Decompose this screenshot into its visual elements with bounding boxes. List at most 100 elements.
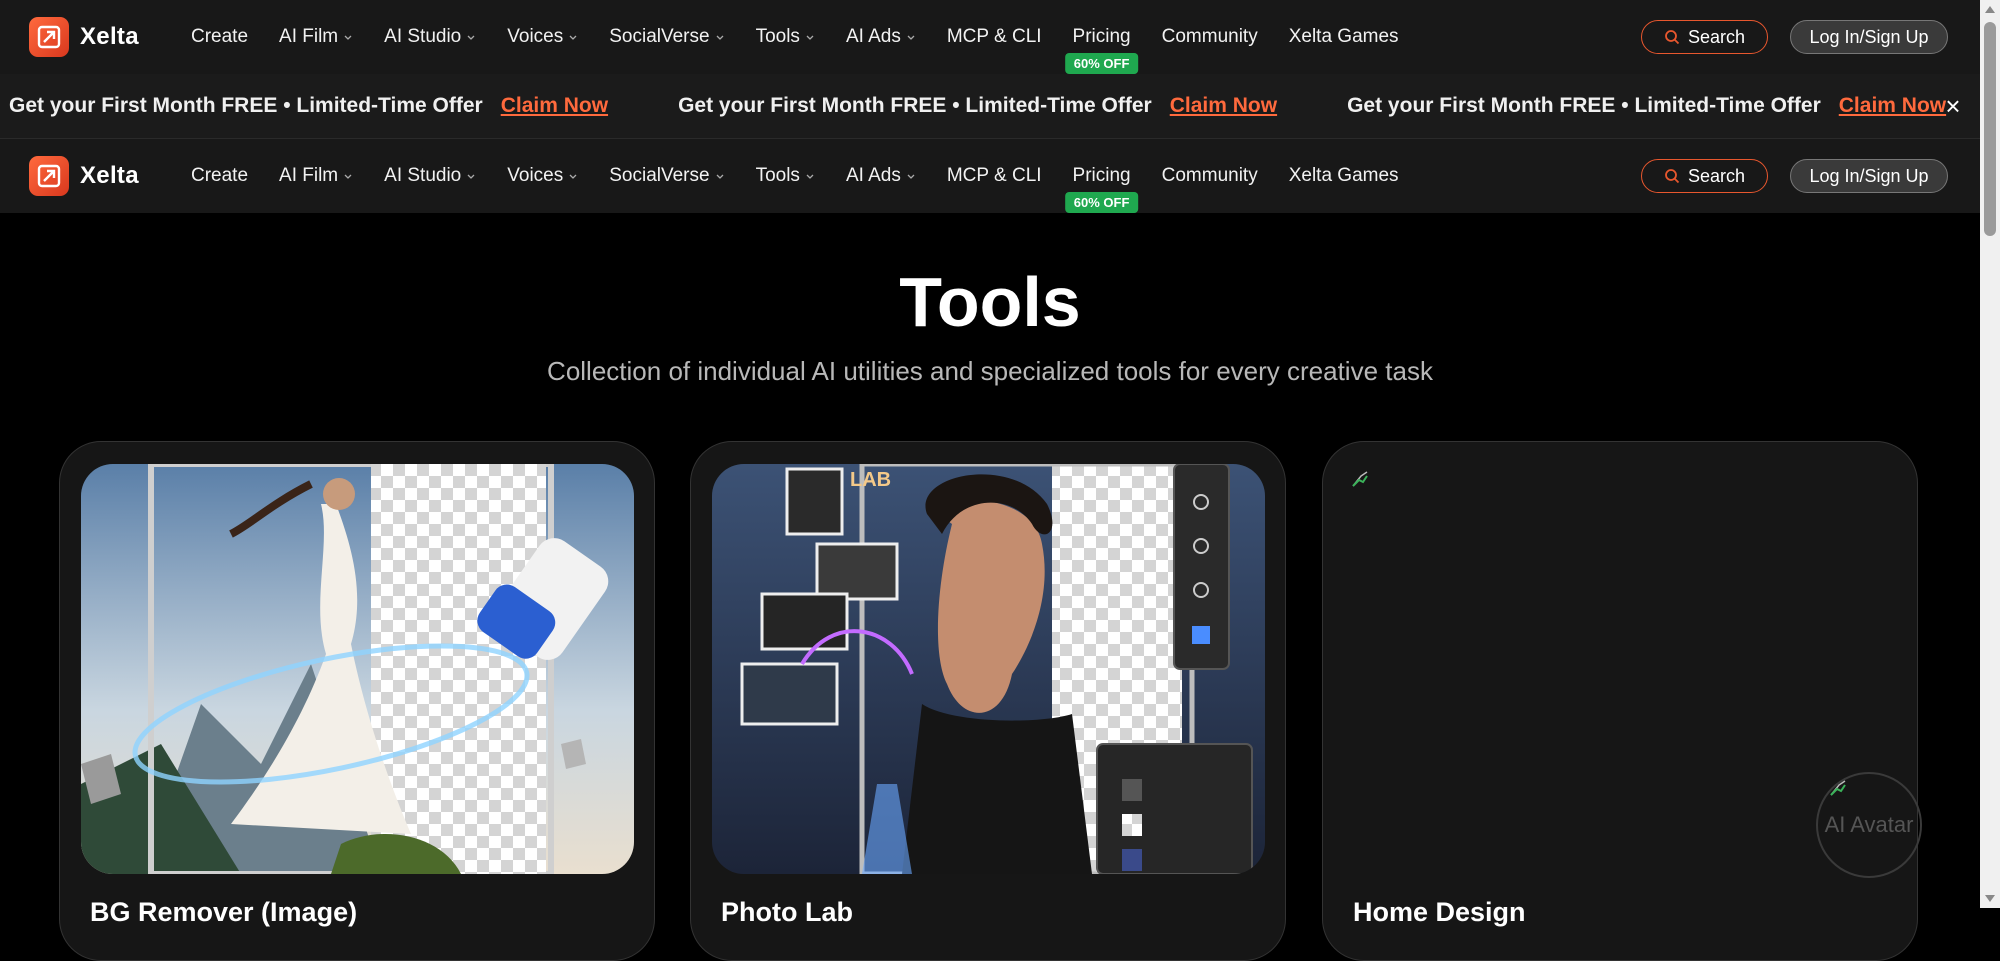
nav-mcp-cli[interactable]: MCP & CLI (947, 165, 1042, 187)
nav-tools[interactable]: Tools (756, 165, 815, 187)
nav-xelta-games[interactable]: Xelta Games (1289, 26, 1399, 48)
chevron-down-icon (716, 174, 724, 179)
nav-label: Pricing (1072, 26, 1131, 47)
nav-ai-ads[interactable]: AI Ads (846, 26, 916, 48)
login-label: Log In/Sign Up (1809, 26, 1929, 47)
chevron-down-icon (569, 35, 577, 40)
main-menu: Create AI Film AI Studio Voices SocialVe… (191, 0, 1430, 74)
nav-pricing[interactable]: Pricing 60% OFF (1064, 26, 1139, 74)
nav-voices[interactable]: Voices (507, 165, 578, 187)
promo-text: Get your First Month FREE • Limited-Time… (678, 94, 1152, 117)
card-title: BG Remover (Image) (90, 897, 358, 927)
nav-label: Create (191, 26, 249, 47)
nav-ai-film[interactable]: AI Film (279, 165, 353, 187)
nav-label: AI Film (279, 165, 339, 186)
nav-label: AI Film (279, 26, 339, 47)
nav-label: Community (1161, 165, 1258, 186)
nav-label: SocialVerse (609, 165, 710, 186)
search-label: Search (1687, 165, 1746, 186)
chevron-down-icon (467, 174, 475, 179)
chevron-down-icon (467, 35, 475, 40)
nav-create[interactable]: Create (191, 165, 248, 187)
chevron-down-icon (907, 35, 915, 40)
tool-card-home-design[interactable]: Home Design (1322, 441, 1918, 961)
discount-badge: 60% OFF (1064, 53, 1139, 74)
card-image: LAB (712, 464, 1265, 874)
nav-pricing[interactable]: Pricing 60% OFF (1064, 165, 1139, 213)
tool-card-bg-remover[interactable]: BG Remover (Image) (59, 441, 655, 961)
login-signup-button[interactable]: Log In/Sign Up (1790, 159, 1948, 193)
logo[interactable]: Xelta (29, 17, 139, 57)
promo-segment: Get your First Month FREE • Limited-Time… (9, 94, 608, 118)
top-navbar: Xelta Create AI Film AI Studio Voices So… (0, 0, 1980, 74)
nav-label: Voices (507, 26, 564, 47)
close-icon[interactable]: × (1926, 74, 1980, 138)
claim-now-link[interactable]: Claim Now (1170, 94, 1277, 118)
search-icon (1665, 30, 1680, 45)
scroll-up-arrow-icon[interactable] (1985, 6, 1995, 13)
chevron-down-icon (344, 35, 352, 40)
nav-xelta-games[interactable]: Xelta Games (1289, 165, 1399, 187)
nav-label: MCP & CLI (946, 26, 1042, 47)
page-subtitle: Collection of individual AI utilities an… (547, 356, 1433, 386)
nav-community[interactable]: Community (1162, 26, 1258, 48)
logo-text: Xelta (80, 162, 139, 189)
login-signup-button[interactable]: Log In/Sign Up (1790, 20, 1948, 54)
nav-tools[interactable]: Tools (756, 26, 815, 48)
nav-label: Pricing (1072, 165, 1131, 186)
search-label: Search (1687, 26, 1746, 47)
tool-card-photo-lab[interactable]: LAB Photo Lab (690, 441, 1286, 961)
card-image (81, 464, 634, 874)
scrollbar-thumb[interactable] (1984, 22, 1996, 236)
nav-ai-film[interactable]: AI Film (279, 26, 353, 48)
scroll-down-arrow-icon[interactable] (1985, 895, 1995, 902)
nav-ai-studio[interactable]: AI Studio (384, 26, 476, 48)
broken-image-icon (1830, 780, 1846, 796)
nav-label: Xelta Games (1288, 165, 1399, 186)
nav-label: SocialVerse (609, 26, 710, 47)
promo-text: Get your First Month FREE • Limited-Time… (1347, 94, 1821, 117)
discount-badge: 60% OFF (1064, 192, 1139, 213)
svg-text:LAB: LAB (850, 469, 891, 491)
nav-socialverse[interactable]: SocialVerse (609, 165, 724, 187)
nav-socialverse[interactable]: SocialVerse (609, 26, 724, 48)
claim-now-link[interactable]: Claim Now (501, 94, 608, 118)
nav-label: AI Ads (845, 26, 901, 47)
nav-voices[interactable]: Voices (507, 26, 578, 48)
nav-label: AI Ads (845, 165, 901, 186)
promo-banner: Get your First Month FREE • Limited-Time… (0, 74, 1980, 139)
main-menu: Create AI Film AI Studio Voices SocialVe… (191, 139, 1430, 213)
promo-segment: Get your First Month FREE • Limited-Time… (1347, 94, 1946, 118)
promo-marquee: Get your First Month FREE • Limited-Time… (0, 74, 1980, 138)
page-title: Tools (899, 263, 1081, 341)
chevron-down-icon (907, 174, 915, 179)
nav-label: AI Studio (384, 165, 462, 186)
page-scrollbar[interactable] (1980, 0, 2000, 908)
logo-icon (29, 156, 69, 196)
broken-image-icon (1352, 471, 1368, 487)
card-title: Home Design (1353, 897, 1526, 927)
logo[interactable]: Xelta (29, 156, 139, 196)
nav-create[interactable]: Create (191, 26, 248, 48)
search-button[interactable]: Search (1641, 20, 1768, 54)
logo-icon (29, 17, 69, 57)
nav-mcp-cli[interactable]: MCP & CLI (947, 26, 1042, 48)
nav-ai-ads[interactable]: AI Ads (846, 165, 916, 187)
promo-text: Get your First Month FREE • Limited-Time… (9, 94, 483, 117)
nav-community[interactable]: Community (1162, 165, 1258, 187)
search-icon (1665, 169, 1680, 184)
chevron-down-icon (569, 174, 577, 179)
search-button[interactable]: Search (1641, 159, 1768, 193)
nav-label: Tools (755, 165, 800, 186)
login-label: Log In/Sign Up (1809, 165, 1929, 186)
promo-segment: Get your First Month FREE • Limited-Time… (678, 94, 1277, 118)
sticky-navbar: Xelta Create AI Film AI Studio Voices So… (0, 138, 1980, 213)
nav-label: MCP & CLI (946, 165, 1042, 186)
nav-label: Tools (755, 26, 800, 47)
chevron-down-icon (806, 35, 814, 40)
nav-label: AI Studio (384, 26, 462, 47)
nav-ai-studio[interactable]: AI Studio (384, 165, 476, 187)
nav-label: Xelta Games (1288, 26, 1399, 47)
chevron-down-icon (344, 174, 352, 179)
nav-label: Create (191, 165, 249, 186)
